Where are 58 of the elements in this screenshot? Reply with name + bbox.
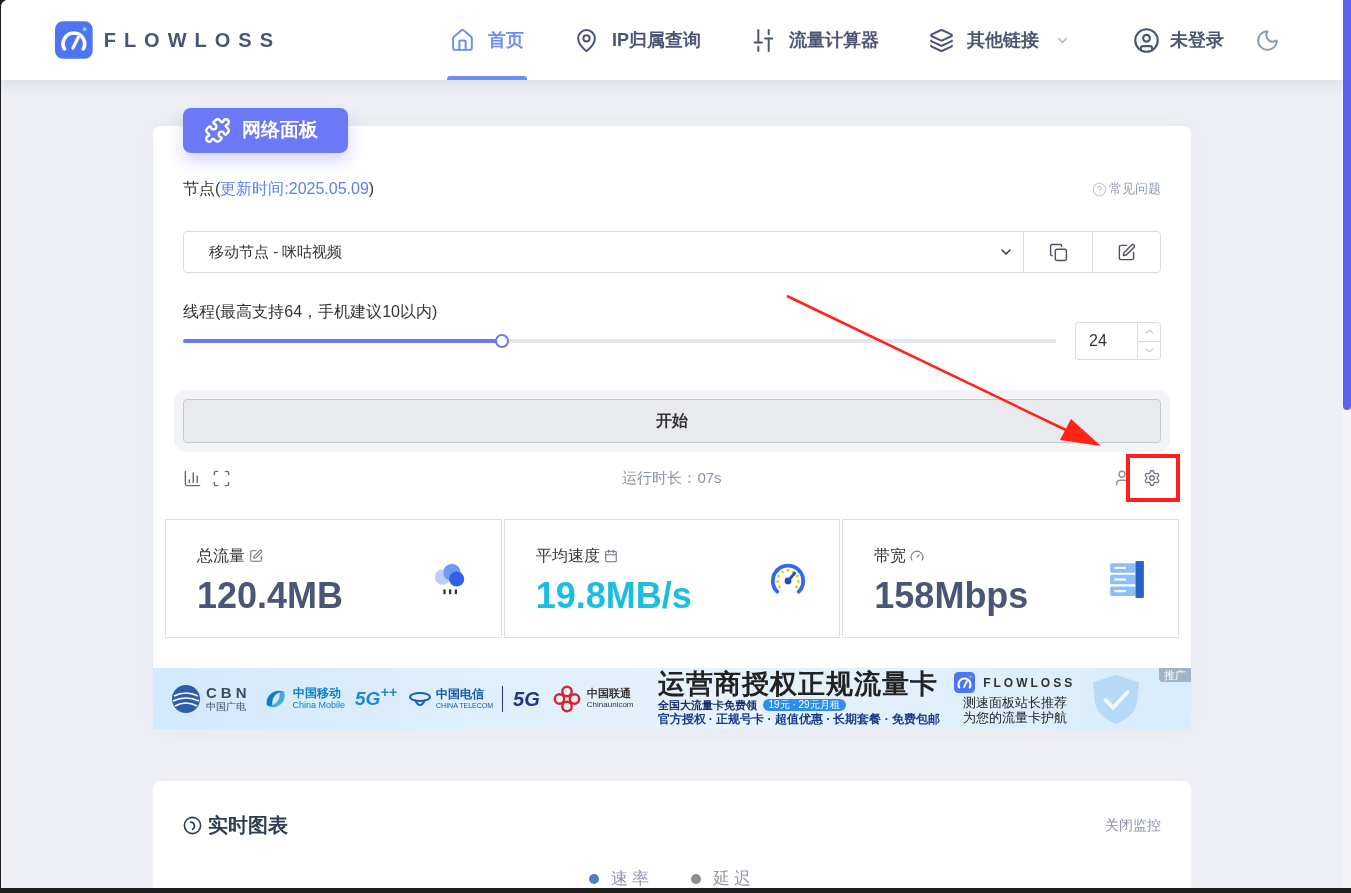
stat-label: 总流量 [197,546,245,566]
user-circle-icon [1133,26,1160,54]
partner-name: 中国电信 [436,687,485,701]
ad-tag: 推广 [1159,668,1191,682]
knot-logo-icon [551,683,582,714]
5g-logo-text: 5G [513,687,540,710]
partner-subtitle: China Mobile [292,700,346,711]
server-stack-icon [1108,559,1146,598]
nav-tab[interactable]: 其他链接 [926,0,1073,80]
partner-subtitle: Chinaunicom [586,700,634,710]
partner-name: 中国移动 [292,686,341,700]
logo-wordmark: FLOWLOSS [103,28,281,53]
stat-label: 带宽 [874,546,907,566]
settings-icon[interactable] [1143,469,1161,488]
chart-title: 实时图表 [208,813,288,838]
runtime-text: 运行时长：07s [622,468,722,488]
map-pin-icon [574,27,599,53]
gauge-icon [910,549,925,563]
banner-features: 官方授权 · 正规号卡 · 超值优惠 · 长期套餐 · 免费包邮 [657,712,941,727]
help-icon [1092,181,1107,197]
stat-value: 19.8MB/s [535,576,692,616]
banner-brand: FLOWLOSS [983,674,1076,691]
layers-icon [929,27,954,53]
login-button[interactable]: 未登录 [1133,26,1224,54]
partner-name: 中国联通 [586,687,631,700]
puzzle-icon [204,117,231,144]
price-tag: 19元 · 29元月租 [762,699,846,711]
edit-icon [249,549,263,563]
banner-offer: 全国大流量卡免费领 [657,698,757,712]
logo-icon[interactable] [55,19,93,61]
panel-title: 网络面板 [242,118,318,143]
highlight-box [1126,454,1180,502]
stat-label: 平均速度 [535,546,600,566]
home-icon [450,27,475,53]
calendar-icon [603,549,618,563]
nav-tab[interactable]: 流量计算器 [748,0,882,80]
scrollbar-thumb[interactable] [1343,0,1351,410]
partner-subtitle: 中国广电 [206,700,246,713]
banner-slogan: 测速面板站长推荐 [962,695,1067,710]
gauge-ring-icon [183,815,202,835]
logo-icon [954,672,976,693]
stat-value: 158Mbps [874,576,1029,616]
5g-logo-text: 5G$^{++}$ [355,687,398,710]
node-label: 节点(更新时间:2025.05.09) [183,179,375,199]
globe-logo-icon [171,683,201,714]
bar-chart-icon[interactable] [183,468,202,488]
partner-name: CBN [206,684,251,701]
banner-slogan: 为您的流量卡护航 [962,710,1067,725]
stat-value: 120.4MB [197,576,344,616]
thread-count-label: 线程(最高支持64，手机建议10以内) [183,302,438,322]
thread-count-field[interactable]: 24 [1075,322,1137,360]
nav-tab[interactable]: IP归属查询 [571,0,704,80]
fullscreen-icon[interactable] [212,468,231,488]
moon-icon[interactable] [1255,27,1280,53]
sliders-icon [751,27,776,53]
slider-thumb[interactable] [494,334,509,348]
banner-headline: 运营商授权正规流量卡 [657,670,938,698]
thread-slider[interactable] [183,334,1056,348]
